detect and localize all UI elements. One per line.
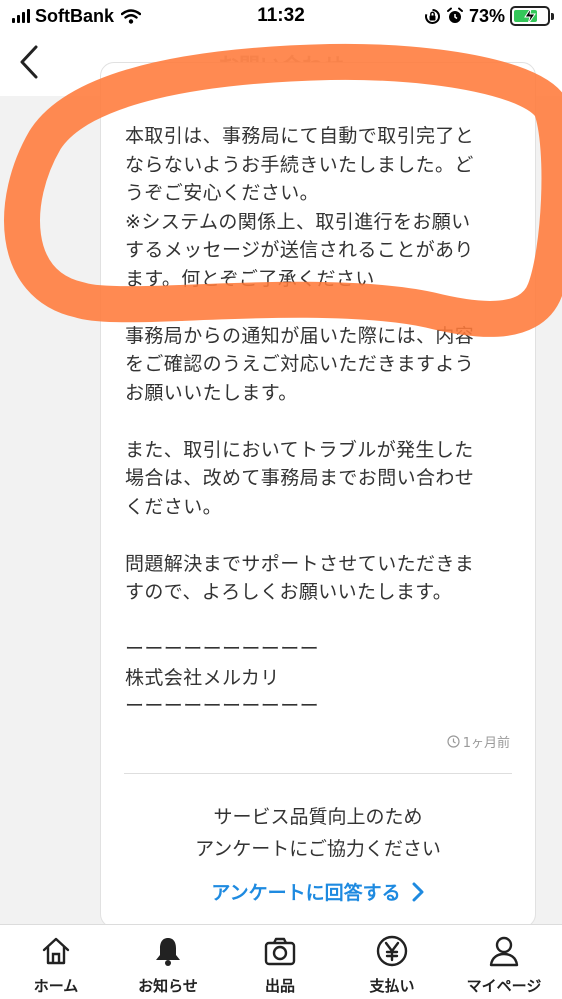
status-right: 73% [424, 5, 554, 27]
tab-label: 支払い [369, 977, 415, 995]
survey-prompt: サービス品質向上のため アンケートにご協力ください [195, 806, 441, 860]
tab-home[interactable]: ホーム [0, 933, 112, 996]
bottom-tab-bar: ホーム お知らせ 出品 支払い マイページ [0, 924, 562, 999]
message-paragraph: 本取引は、事務局にて自動で取引完了と ならないようお手続きいたしました。ど うぞ… [125, 125, 475, 290]
bell-icon [156, 938, 180, 966]
charging-bolt-icon [524, 8, 536, 24]
battery-nub [551, 13, 554, 20]
tab-label: ホーム [33, 977, 79, 995]
tab-label: お知らせ [138, 977, 198, 995]
timestamp-text: 1ヶ月前 [462, 736, 510, 751]
chevron-right-icon [412, 882, 424, 901]
message-paragraph: 事務局からの通知が届いた際には、内容 をご確認のうえご対応いただきますよう お願… [125, 324, 475, 404]
orientation-lock-icon [424, 8, 440, 24]
home-icon [42, 937, 70, 965]
message-timestamp: 1ヶ月前 [447, 732, 510, 751]
message-paragraph: また、取引においてトラブルが発生した 場合は、改めて事務局までお問い合わせ くだ… [125, 438, 475, 518]
alarm-icon [446, 7, 463, 23]
camera-icon [264, 937, 296, 966]
tab-notifications[interactable]: お知らせ [112, 933, 224, 996]
tab-label: マイページ [466, 977, 542, 995]
message-body: 本取引は、事務局にて自動で取引完了と ならないようお手続きいたしました。ど うぞ… [125, 122, 515, 721]
battery-percentage: 73% [468, 5, 505, 26]
message-signature: ーーーーーーーーーー 株式会社メルカリ ーーーーーーーーーー [125, 638, 320, 717]
tab-sell[interactable]: 出品 [224, 933, 336, 996]
divider [124, 773, 512, 774]
survey-link-label: アンケートに回答する [211, 882, 401, 904]
tab-label: 出品 [264, 977, 295, 995]
person-icon [489, 936, 519, 967]
battery-icon [510, 6, 554, 26]
survey-link[interactable]: アンケートに回答する [100, 878, 536, 905]
message-paragraph: 問題解決までサポートさせていただきま すので、よろしくお願いいたします。 [125, 552, 475, 604]
status-bar: SoftBank 11:32 73% [0, 0, 562, 32]
yen-icon [376, 935, 408, 967]
tab-my-page[interactable]: マイページ [448, 933, 560, 996]
tab-payments[interactable]: 支払い [336, 933, 448, 996]
clock-icon [447, 735, 460, 748]
